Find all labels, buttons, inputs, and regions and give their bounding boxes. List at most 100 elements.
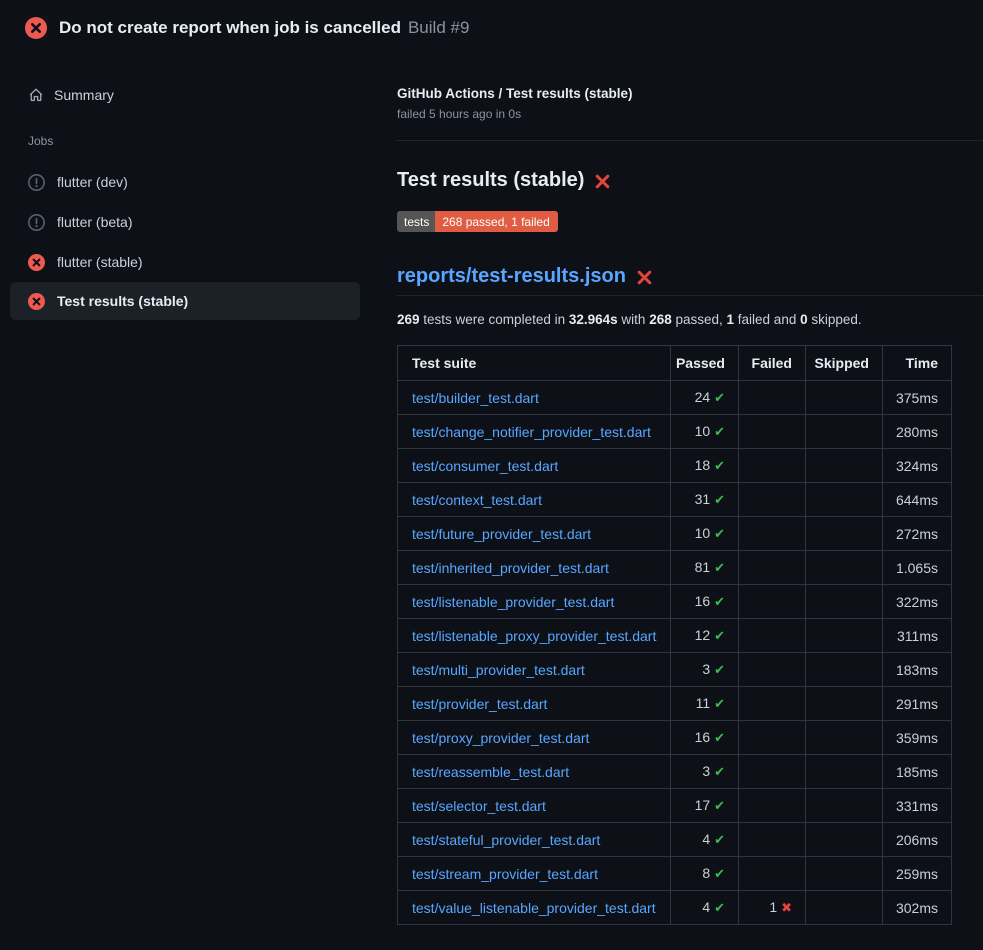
test-suite-link[interactable]: test/stream_provider_test.dart xyxy=(412,866,598,882)
test-suite-link[interactable]: test/future_provider_test.dart xyxy=(412,526,591,542)
results-table-body: test/builder_test.dart24 ✔375mstest/chan… xyxy=(398,381,952,925)
jobs-list: flutter (dev) flutter (beta) flutter (st… xyxy=(0,162,370,320)
column-header-time: Time xyxy=(883,346,952,381)
test-suite-link[interactable]: test/consumer_test.dart xyxy=(412,458,558,474)
jobs-section-label: Jobs xyxy=(0,134,370,148)
check-icon: ✔ xyxy=(714,628,725,643)
summary-text: tests were completed in xyxy=(420,312,569,327)
test-suite-cell: test/change_notifier_provider_test.dart xyxy=(398,415,671,449)
passed-cell-value: 16 xyxy=(695,593,711,609)
table-row: test/future_provider_test.dart10 ✔272ms xyxy=(398,517,952,551)
failed-cell xyxy=(739,415,806,449)
test-suite-link[interactable]: test/reassemble_test.dart xyxy=(412,764,569,780)
skipped-cell xyxy=(806,585,883,619)
skipped-cell xyxy=(806,619,883,653)
passed-cell-value: 16 xyxy=(695,729,711,745)
passed-cell: 3 ✔ xyxy=(671,653,739,687)
test-suite-cell: test/selector_test.dart xyxy=(398,789,671,823)
sidebar-item-flutter-stable[interactable]: flutter (stable) xyxy=(0,242,370,282)
passed-cell: 81 ✔ xyxy=(671,551,739,585)
passed-cell-value: 10 xyxy=(695,423,711,439)
passed-cell: 17 ✔ xyxy=(671,789,739,823)
time-cell: 183ms xyxy=(883,653,952,687)
test-suite-link[interactable]: test/builder_test.dart xyxy=(412,390,539,406)
job-label: flutter (beta) xyxy=(57,214,132,230)
time-cell: 302ms xyxy=(883,891,952,925)
skipped-cell xyxy=(806,823,883,857)
passed-cell: 12 ✔ xyxy=(671,619,739,653)
test-suite-link[interactable]: test/proxy_provider_test.dart xyxy=(412,730,589,746)
report-file-link[interactable]: reports/test-results.json xyxy=(397,265,626,288)
summary-text: skipped. xyxy=(808,312,862,327)
failed-cell-value: 1 xyxy=(769,899,777,915)
check-icon: ✔ xyxy=(714,832,725,847)
check-icon: ✔ xyxy=(714,798,725,813)
section-heading-text: Test results (stable) xyxy=(397,169,584,192)
passed-cell-value: 3 xyxy=(702,661,710,677)
failed-cell xyxy=(739,857,806,891)
test-suite-link[interactable]: test/value_listenable_provider_test.dart xyxy=(412,900,656,916)
sidebar-item-flutter-dev[interactable]: flutter (dev) xyxy=(0,162,370,202)
test-suite-link[interactable]: test/provider_test.dart xyxy=(412,696,547,712)
test-suite-link[interactable]: test/multi_provider_test.dart xyxy=(412,662,585,678)
test-suite-link[interactable]: test/stateful_provider_test.dart xyxy=(412,832,600,848)
test-suite-link[interactable]: test/change_notifier_provider_test.dart xyxy=(412,424,651,440)
badge-value: 268 passed, 1 failed xyxy=(435,211,557,232)
skipped-cell xyxy=(806,381,883,415)
passed-cell: 10 ✔ xyxy=(671,415,739,449)
skipped-cell xyxy=(806,551,883,585)
test-suite-link[interactable]: test/listenable_proxy_provider_test.dart xyxy=(412,628,656,644)
time-cell: 291ms xyxy=(883,687,952,721)
time-cell: 185ms xyxy=(883,755,952,789)
test-suite-cell: test/listenable_provider_test.dart xyxy=(398,585,671,619)
check-icon: ✔ xyxy=(714,526,725,541)
passed-cell-value: 11 xyxy=(696,695,711,711)
test-suite-cell: test/stateful_provider_test.dart xyxy=(398,823,671,857)
summary-text: passed, xyxy=(672,312,727,327)
test-suite-cell: test/value_listenable_provider_test.dart xyxy=(398,891,671,925)
skipped-cell xyxy=(806,857,883,891)
sidebar-item-summary[interactable]: Summary xyxy=(0,80,370,110)
skipped-cell xyxy=(806,891,883,925)
passed-cell: 18 ✔ xyxy=(671,449,739,483)
time-cell: 375ms xyxy=(883,381,952,415)
skipped-cell xyxy=(806,449,883,483)
time-cell: 1.065s xyxy=(883,551,952,585)
failed-cell: 1 ✖ xyxy=(739,891,806,925)
table-row: test/selector_test.dart 17 ✔ 331ms xyxy=(398,789,952,823)
time-cell: 359ms xyxy=(883,721,952,755)
passed-cell-value: 18 xyxy=(695,457,711,473)
test-suite-link[interactable]: test/context_test.dart xyxy=(412,492,542,508)
skipped-cell xyxy=(806,653,883,687)
passed-cell: 8 ✔ xyxy=(671,857,739,891)
home-icon xyxy=(28,87,44,103)
table-row: test/multi_provider_test.dart 3 ✔ 183ms xyxy=(398,653,952,687)
check-icon: ✔ xyxy=(714,390,725,405)
test-suite-link[interactable]: test/listenable_provider_test.dart xyxy=(412,594,614,610)
failed-cell xyxy=(739,823,806,857)
failed-cell xyxy=(739,687,806,721)
section-heading: Test results (stable) xyxy=(397,169,983,192)
summary-text: with xyxy=(618,312,650,327)
test-suite-cell: test/proxy_provider_test.dart xyxy=(398,721,671,755)
duration: 32.964s xyxy=(569,312,618,327)
sidebar-item-flutter-beta[interactable]: flutter (beta) xyxy=(0,202,370,242)
check-icon: ✔ xyxy=(714,730,725,745)
table-row: test/provider_test.dart11 ✔291ms xyxy=(398,687,952,721)
skipped-cell xyxy=(806,483,883,517)
test-suite-link[interactable]: test/inherited_provider_test.dart xyxy=(412,560,609,576)
sidebar-summary-label: Summary xyxy=(54,87,114,103)
failed-cell xyxy=(739,755,806,789)
time-cell: 331ms xyxy=(883,789,952,823)
passed-cell: 10 ✔ xyxy=(671,517,739,551)
table-row: test/listenable_proxy_provider_test.dart… xyxy=(398,619,952,653)
cross-icon: ✖ xyxy=(781,900,792,915)
test-suite-link[interactable]: test/selector_test.dart xyxy=(412,798,546,814)
sidebar-item-test-results-stable[interactable]: Test results (stable) xyxy=(10,282,360,320)
passed-cell: 16 ✔ xyxy=(671,585,739,619)
table-row: test/proxy_provider_test.dart 16 ✔ 359ms xyxy=(398,721,952,755)
time-cell: 259ms xyxy=(883,857,952,891)
time-cell: 280ms xyxy=(883,415,952,449)
page-title: Do not create report when job is cancell… xyxy=(59,18,401,38)
passed-cell-value: 3 xyxy=(702,763,710,779)
